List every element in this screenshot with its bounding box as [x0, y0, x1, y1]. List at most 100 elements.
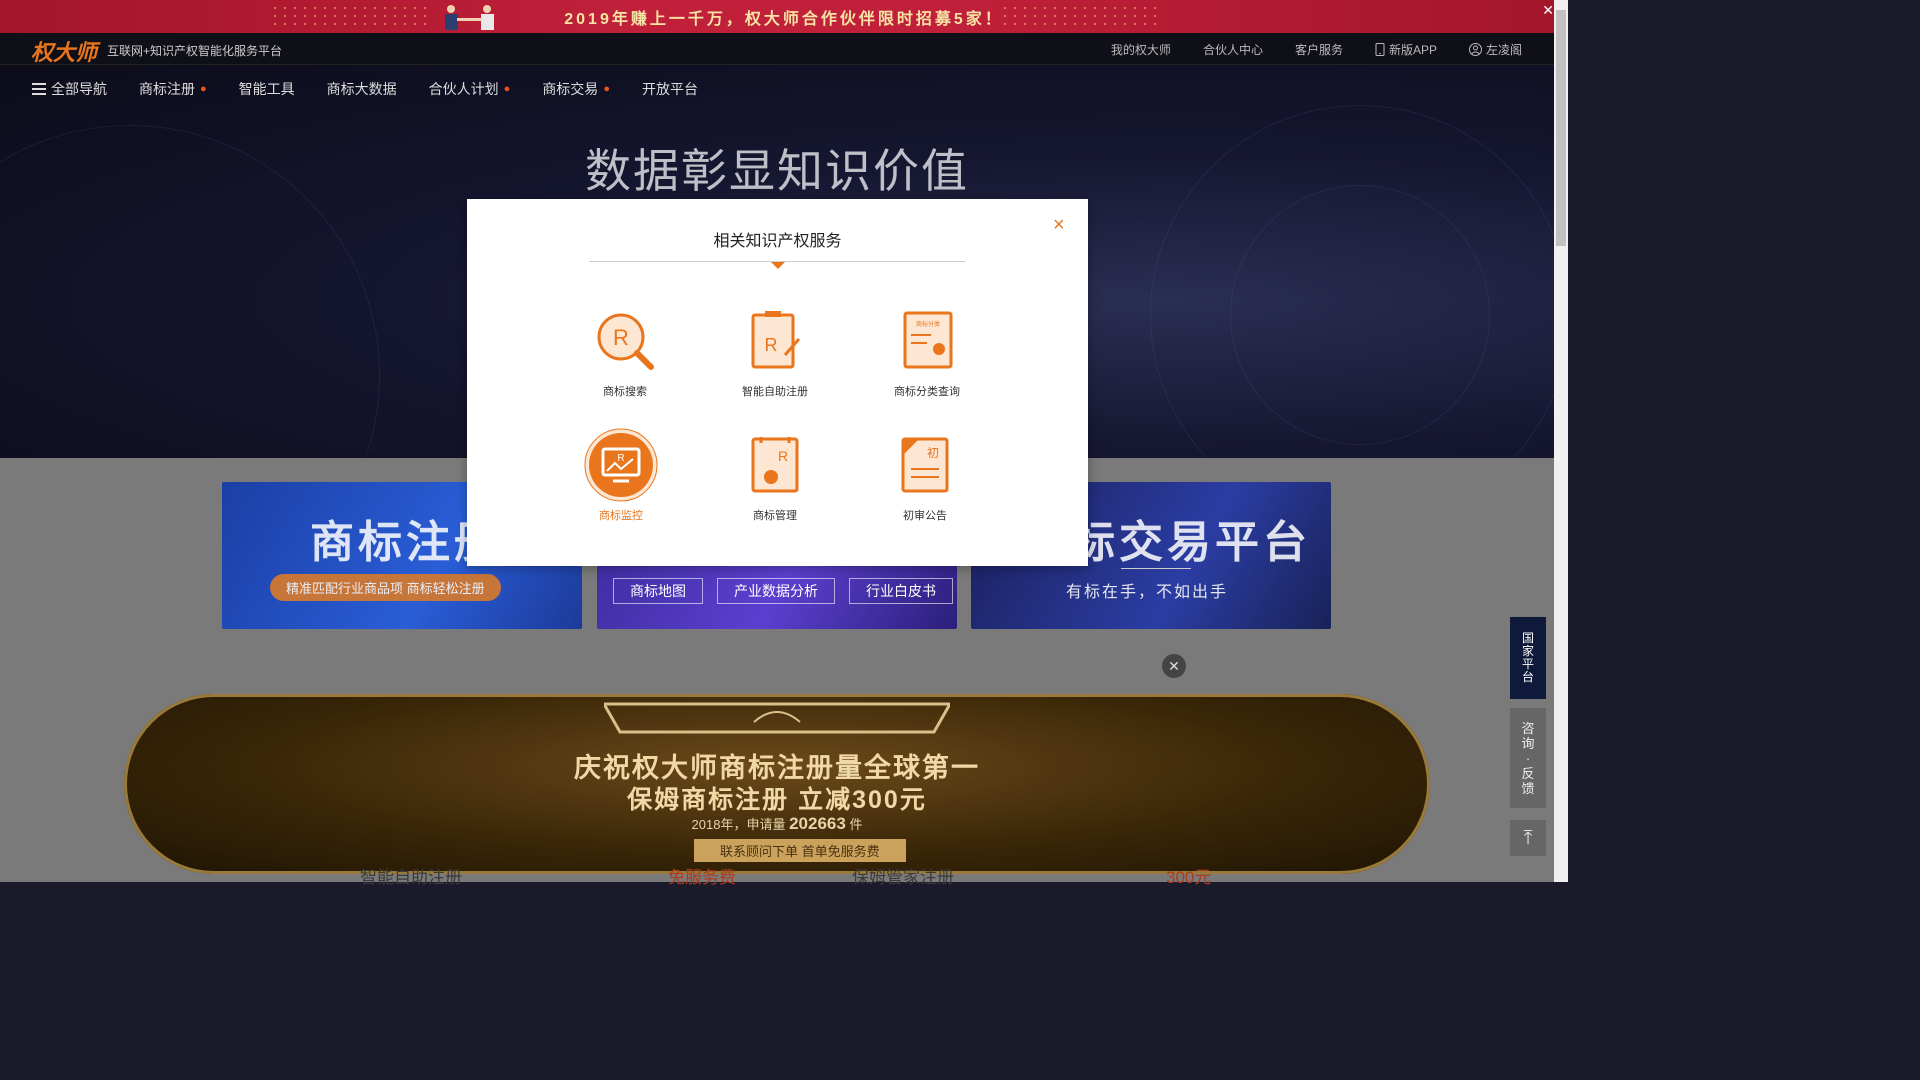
svg-text:R: R	[765, 335, 778, 355]
ad-line-3-suffix: 件	[849, 817, 863, 832]
nav-label: 智能工具	[238, 81, 295, 97]
link-my-account[interactable]: 我的权大师	[1111, 41, 1171, 58]
tag-trademark-map[interactable]: 商标地图	[613, 578, 703, 604]
site-slogan: 互联网+知识产权智能化服务平台	[107, 44, 283, 58]
nav-label: 开放平台	[641, 81, 698, 97]
link-partner-center[interactable]: 合伙人中心	[1203, 41, 1263, 58]
nav-item-trademark-register[interactable]: 商标注册 ●	[139, 79, 207, 99]
svg-text:商标分类: 商标分类	[916, 320, 940, 328]
nav-item-partner-plan[interactable]: 合伙人计划 ●	[429, 79, 511, 99]
svg-text:R: R	[613, 325, 629, 350]
trademark-monitor-icon: R	[584, 428, 658, 502]
initial-announcement-icon: 初	[901, 437, 949, 493]
trademark-manage-icon: R	[751, 437, 799, 493]
phone-icon	[1375, 43, 1385, 56]
svg-text:R: R	[778, 448, 788, 464]
peek-text: 300元	[1166, 868, 1212, 887]
side-char: ·	[1525, 750, 1531, 766]
service-label: 商标搜索	[603, 386, 647, 398]
class-query-icon: 商标分类	[903, 311, 953, 369]
hero-title: 数据彰显知识价值	[585, 145, 969, 197]
card-subtitle: 有标在手，不如出手	[1066, 584, 1229, 601]
modal-title: 相关知识产权服务	[713, 233, 842, 250]
page-scrollbar[interactable]	[1554, 0, 1568, 882]
hot-flame-icon: ●	[503, 83, 511, 95]
site-header: 权大师 互联网+知识产权智能化服务平台 我的权大师 合伙人中心 客户服务 新版A…	[0, 33, 1554, 67]
tag-industry-analysis[interactable]: 产业数据分析	[717, 578, 835, 604]
ad-cta[interactable]: 联系顾问下单 首单免服务费	[694, 839, 906, 862]
nav-label: 商标大数据	[326, 81, 397, 97]
smart-register-icon: R	[751, 311, 801, 369]
side-char: 询	[1521, 735, 1535, 751]
nav-item-trademark-trade[interactable]: 商标交易 ●	[542, 79, 610, 99]
float-nation-platform[interactable]: 国 家 平 台	[1510, 617, 1546, 699]
top-promo-banner[interactable]: 2019年赚上一千万，权大师合作伙伴限时招募5家！ ✕	[0, 0, 1568, 33]
main-nav: 全部导航 商标注册 ● 智能工具 商标大数据 合伙人计划 ● 商标交易 ● 开放平台	[32, 79, 698, 99]
divider	[1121, 568, 1191, 569]
service-label: 初审公告	[903, 510, 947, 522]
nav-label: 合伙人计划	[428, 81, 499, 97]
user-icon	[1468, 43, 1482, 56]
service-label: 商标管理	[753, 510, 797, 522]
scrollbar-thumb[interactable]	[1556, 10, 1566, 246]
handshake-illustration-icon	[445, 5, 494, 30]
tag-white-paper[interactable]: 行业白皮书	[849, 578, 953, 604]
top-links: 我的权大师 合伙人中心 客户服务 新版APP 左凌阁	[1111, 41, 1522, 58]
service-class-query[interactable]: 商标分类 商标分类查询	[867, 303, 987, 399]
modal-close-icon[interactable]: ×	[1053, 215, 1065, 235]
site-logo[interactable]: 权大师	[31, 35, 97, 67]
service-smart-register[interactable]: R 智能自助注册	[715, 303, 835, 399]
card-tags: 商标地图 产业数据分析 行业白皮书	[613, 578, 953, 604]
nav-item-smart-tools[interactable]: 智能工具	[239, 79, 295, 99]
promo-ad-banner[interactable]: 庆祝权大师商标注册量全球第一 保姆商标注册 立减300元 2018年，申请量 2…	[124, 694, 1430, 874]
nav-item-open-platform[interactable]: 开放平台	[642, 79, 698, 99]
banner-close-icon[interactable]: ✕	[1542, 2, 1554, 19]
link-user[interactable]: 左凌阁	[1468, 41, 1522, 58]
back-to-top-icon[interactable]: ⤒	[1510, 820, 1546, 856]
nav-all-label: 全部导航	[51, 81, 107, 97]
service-trademark-monitor[interactable]: R 商标监控	[561, 427, 681, 523]
service-label: 商标分类查询	[894, 386, 960, 398]
user-name: 左凌阁	[1485, 43, 1522, 57]
link-new-app-label: 新版APP	[1388, 43, 1437, 57]
nav-item-big-data[interactable]: 商标大数据	[327, 79, 397, 99]
svg-text:初: 初	[927, 446, 939, 460]
nav-all[interactable]: 全部导航	[32, 79, 107, 99]
service-trademark-manage[interactable]: R 商标管理	[715, 427, 835, 523]
banner-text: 2019年赚上一千万，权大师合作伙伴限时招募5家！	[564, 10, 1004, 28]
peek-text: 智能自助注册	[360, 868, 462, 887]
bottom-peek-row: 智能自助注册 免服务费 保姆管家注册 300元	[310, 863, 1310, 887]
side-char: 台	[1521, 670, 1534, 684]
peek-text: 免服务费	[668, 868, 736, 887]
service-initial-announcement[interactable]: 初 初审公告	[865, 427, 985, 523]
ad-line-3-prefix: 2018年，申请量	[691, 817, 786, 832]
side-char: 馈	[1521, 780, 1535, 796]
peek-text: 保姆管家注册	[852, 868, 954, 887]
nav-label: 商标注册	[139, 81, 195, 97]
link-new-app[interactable]: 新版APP	[1375, 41, 1437, 58]
nav-label: 商标交易	[542, 81, 599, 97]
service-label: 商标监控	[599, 510, 643, 522]
card-title: 标交易平台	[1071, 518, 1311, 567]
hot-flame-icon: ●	[603, 83, 610, 95]
ornament-crown-icon	[604, 702, 950, 734]
card-pill: 精准匹配行业商品项 商标轻松注册	[270, 574, 501, 601]
service-trademark-search[interactable]: R 商标搜索	[565, 303, 685, 399]
side-char: 反	[1521, 765, 1535, 781]
ad-line-3-number: 202663	[789, 814, 846, 833]
ad-line-2: 保姆商标注册 立减300元	[627, 786, 927, 814]
menu-icon	[32, 83, 46, 95]
banner-dots-decoration	[1000, 4, 1160, 28]
trademark-search-icon: R	[597, 313, 654, 370]
banner-dots-decoration	[270, 4, 430, 28]
service-label: 智能自助注册	[742, 386, 808, 398]
link-customer-service[interactable]: 客户服务	[1295, 41, 1343, 58]
hot-flame-icon: ●	[200, 83, 207, 95]
ad-line-3: 2018年，申请量 202663 件	[124, 814, 1430, 834]
decorative-ring	[1230, 185, 1490, 445]
caret-down-icon	[771, 262, 785, 269]
ad-close-icon[interactable]: ✕	[1162, 654, 1186, 678]
float-consult-feedback[interactable]: 咨 询 · 反 馈	[1510, 708, 1546, 808]
svg-text:R: R	[617, 453, 624, 464]
related-services-modal: 相关知识产权服务 × R 商标搜索 R 智能自助注册 商标分类 商标分类查询 R…	[467, 199, 1088, 566]
